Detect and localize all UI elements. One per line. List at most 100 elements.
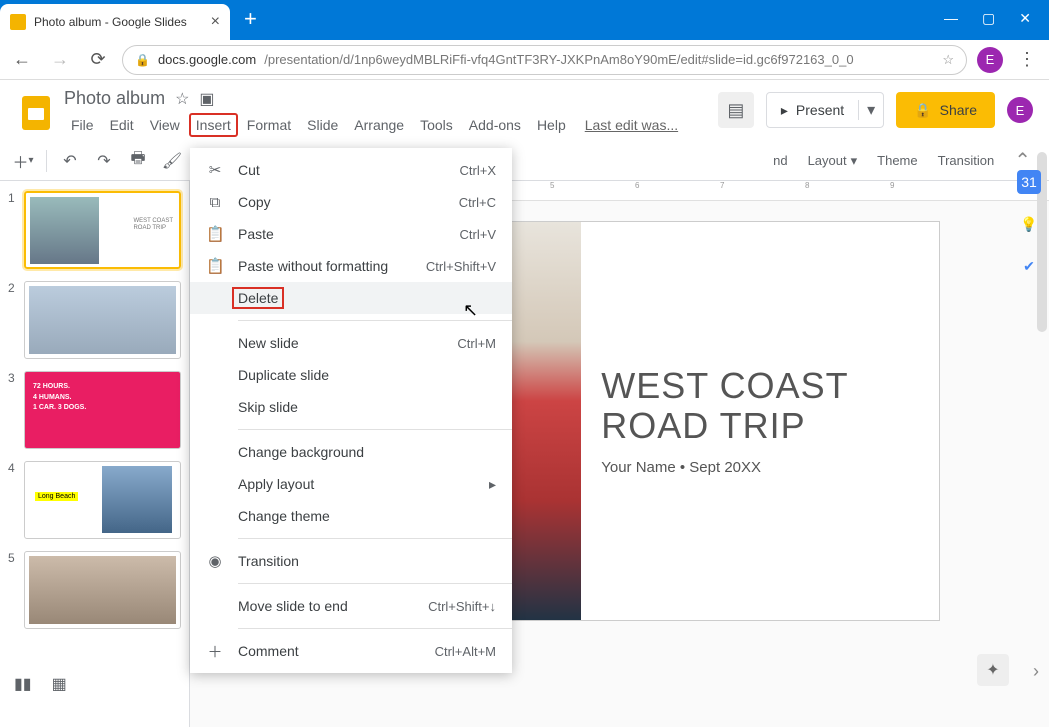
cm-cut[interactable]: ✂CutCtrl+X	[190, 154, 512, 186]
filmstrip-view-icon[interactable]: ▮▮	[14, 674, 32, 694]
new-slide-button[interactable]: ＋▾	[8, 146, 38, 176]
copy-icon: ⧉	[206, 194, 224, 211]
theme-button[interactable]: Theme	[877, 153, 917, 168]
background-button[interactable]: nd	[773, 153, 787, 168]
calendar-icon[interactable]: 31	[1017, 170, 1041, 194]
share-button[interactable]: 🔒Share	[896, 92, 995, 128]
thumb-number: 2	[8, 281, 18, 359]
maximize-icon[interactable]: ▢	[982, 10, 995, 27]
menu-bar: File Edit View Insert Format Slide Arran…	[64, 113, 710, 137]
browser-menu-icon[interactable]: ⋮	[1013, 46, 1041, 74]
submenu-arrow-icon: ▸	[489, 476, 496, 493]
tasks-icon[interactable]: ✔	[1017, 254, 1041, 278]
new-tab-button[interactable]: +	[230, 0, 271, 40]
paint-format-button[interactable]: 🖌	[157, 146, 187, 176]
menu-insert[interactable]: Insert	[189, 113, 238, 137]
keep-icon[interactable]: 💡	[1017, 212, 1041, 236]
cm-paste[interactable]: 📋PasteCtrl+V	[190, 218, 512, 250]
mouse-cursor-icon: ↖	[463, 300, 478, 321]
transition-button[interactable]: Transition	[938, 153, 995, 168]
thumb-number: 4	[8, 461, 18, 539]
forward-button[interactable]: →	[46, 46, 74, 74]
present-dropdown-icon[interactable]: ▾	[858, 100, 883, 120]
close-window-icon[interactable]: ✕	[1019, 10, 1031, 27]
star-doc-icon[interactable]: ☆	[175, 89, 189, 109]
cm-copy[interactable]: ⧉CopyCtrl+C	[190, 186, 512, 218]
cm-change-theme[interactable]: Change theme	[190, 500, 512, 532]
grid-view-icon[interactable]: ▦	[52, 674, 67, 694]
last-edit-link[interactable]: Last edit was...	[585, 117, 678, 133]
cm-change-bg[interactable]: Change background	[190, 436, 512, 468]
undo-button[interactable]: ↶	[55, 146, 85, 176]
cm-new-slide[interactable]: New slideCtrl+M	[190, 327, 512, 359]
play-icon: ▸	[781, 102, 788, 119]
paste-nf-icon: 📋	[206, 257, 224, 275]
cm-paste-nf[interactable]: 📋Paste without formattingCtrl+Shift+V	[190, 250, 512, 282]
document-title[interactable]: Photo album	[64, 88, 165, 109]
slide-subtitle: Your Name • Sept 20XX	[601, 459, 918, 476]
star-icon[interactable]: ☆	[942, 52, 954, 68]
window-titlebar: Photo album - Google Slides × + — ▢ ✕	[0, 0, 1049, 40]
menu-format[interactable]: Format	[240, 113, 298, 137]
side-panel-expand-icon[interactable]: ›	[1033, 661, 1039, 682]
toolbar: ＋▾ ↶ ↷ 🖶 🖌 nd Layout▾ Theme Transition ⌃	[0, 141, 1049, 181]
close-tab-icon[interactable]: ×	[211, 13, 220, 31]
toolbar-right: nd Layout▾ Theme Transition ⌃	[773, 148, 1041, 173]
cm-apply-layout[interactable]: Apply layout▸	[190, 468, 512, 500]
side-panel-rail: 31 💡 ✔	[1017, 170, 1041, 278]
menu-edit[interactable]: Edit	[103, 113, 141, 137]
cm-transition[interactable]: ◉Transition	[190, 545, 512, 577]
explore-button[interactable]: ✦	[977, 654, 1009, 686]
menu-view[interactable]: View	[143, 113, 187, 137]
move-doc-icon[interactable]: ▣	[199, 89, 214, 109]
url-input[interactable]: 🔒 docs.google.com/presentation/d/1np6wey…	[122, 45, 967, 75]
profile-avatar[interactable]: E	[977, 47, 1003, 73]
slide-thumbnail-2[interactable]	[24, 281, 181, 359]
browser-address-bar: ← → ⟳ 🔒 docs.google.com/presentation/d/1…	[0, 40, 1049, 80]
slide-thumbnail-1[interactable]: WEST COASTROAD TRIP	[24, 191, 181, 269]
thumb-number: 3	[8, 371, 18, 449]
menu-file[interactable]: File	[64, 113, 101, 137]
layout-button[interactable]: Layout▾	[808, 153, 858, 169]
transition-icon: ◉	[206, 552, 224, 570]
browser-tab[interactable]: Photo album - Google Slides ×	[0, 4, 230, 40]
slide-thumbnail-4[interactable]: Long Beach	[24, 461, 181, 539]
url-path: /presentation/d/1np6weydMBLRiFfi-vfq4Gnt…	[264, 52, 853, 67]
back-button[interactable]: ←	[8, 46, 36, 74]
menu-tools[interactable]: Tools	[413, 113, 460, 137]
slides-favicon	[10, 14, 26, 30]
minimize-icon[interactable]: —	[944, 10, 958, 27]
slide-thumbnail-3[interactable]: 72 HOURS. 4 HUMANS. 1 CAR. 3 DOGS.	[24, 371, 181, 449]
slide-filmstrip[interactable]: 1 WEST COASTROAD TRIP 2 3 72 HOURS. 4 HU…	[0, 181, 190, 727]
open-comments-button[interactable]: ▤	[718, 92, 754, 128]
window-controls: — ▢ ✕	[926, 0, 1049, 37]
account-avatar[interactable]: E	[1007, 97, 1033, 123]
slide-title-line1: WEST COAST	[601, 366, 918, 406]
paste-icon: 📋	[206, 225, 224, 243]
cm-move-end[interactable]: Move slide to endCtrl+Shift+↓	[190, 590, 512, 622]
thumb-number: 1	[8, 191, 18, 269]
workspace: 1 WEST COASTROAD TRIP 2 3 72 HOURS. 4 HU…	[0, 181, 1049, 727]
slides-logo[interactable]	[16, 92, 56, 132]
thumb-number: 5	[8, 551, 18, 629]
slide-text-box[interactable]: WEST COAST ROAD TRIP Your Name • Sept 20…	[581, 222, 938, 620]
menu-slide[interactable]: Slide	[300, 113, 345, 137]
slide-title-line2: ROAD TRIP	[601, 406, 918, 446]
app-header: Photo album ☆ ▣ File Edit View Insert Fo…	[0, 80, 1049, 137]
menu-help[interactable]: Help	[530, 113, 573, 137]
cut-icon: ✂	[206, 161, 224, 179]
view-mode-bar: ▮▮ ▦	[14, 674, 67, 694]
cm-duplicate[interactable]: Duplicate slide	[190, 359, 512, 391]
menu-arrange[interactable]: Arrange	[347, 113, 411, 137]
present-button[interactable]: ▸Present ▾	[766, 92, 884, 128]
cm-comment[interactable]: ＋CommentCtrl+Alt+M	[190, 635, 512, 667]
print-button[interactable]: 🖶	[123, 146, 153, 176]
context-menu: ✂CutCtrl+X ⧉CopyCtrl+C 📋PasteCtrl+V 📋Pas…	[190, 148, 512, 673]
cm-skip[interactable]: Skip slide	[190, 391, 512, 423]
lock-icon: 🔒	[914, 102, 931, 119]
reload-button[interactable]: ⟳	[84, 46, 112, 74]
slide-thumbnail-5[interactable]	[24, 551, 181, 629]
redo-button[interactable]: ↷	[89, 146, 119, 176]
menu-addons[interactable]: Add-ons	[462, 113, 528, 137]
lock-icon: 🔒	[135, 53, 150, 67]
